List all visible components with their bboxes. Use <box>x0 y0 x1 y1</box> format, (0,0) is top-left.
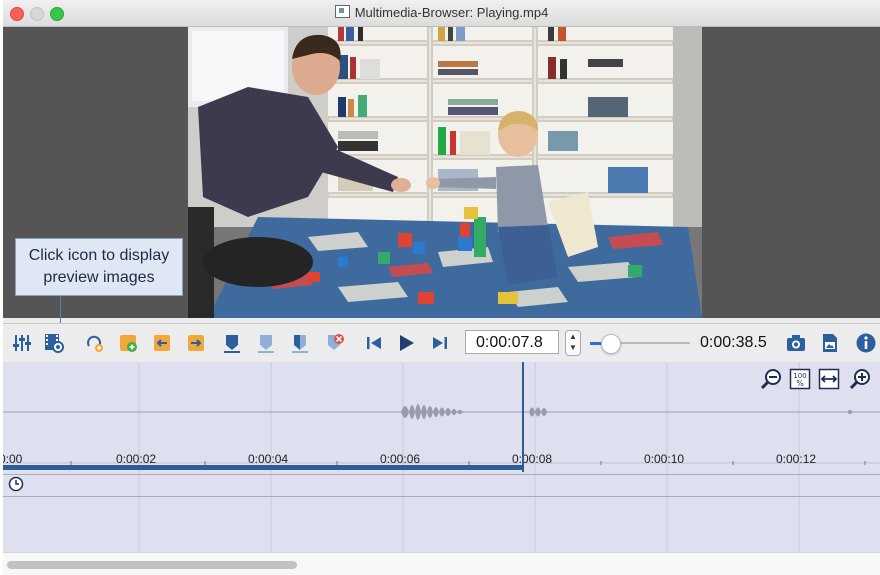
title-bar: Multimedia-Browser: Playing.mp4 <box>3 0 880 27</box>
video-still-image <box>188 27 702 318</box>
import-icon[interactable] <box>151 332 173 354</box>
skip-forward-icon[interactable] <box>429 332 451 354</box>
preview-images-icon[interactable] <box>43 332 65 354</box>
export-icon[interactable] <box>185 332 207 354</box>
tooltip-callout: Click icon to display preview images <box>15 238 183 296</box>
tick-label: 0:00:06 <box>380 452 421 466</box>
tick-label: 0:00:10 <box>644 452 685 466</box>
play-icon[interactable] <box>395 332 417 354</box>
clock-icon[interactable] <box>8 476 24 492</box>
zoom-out-icon[interactable] <box>760 368 782 390</box>
video-file-icon <box>334 5 350 18</box>
callout-line1: Click icon to display <box>28 247 170 264</box>
window-title: Multimedia-Browser: Playing.mp4 <box>354 5 549 20</box>
marker-mixed-icon[interactable] <box>289 332 311 354</box>
track-separator <box>3 474 880 475</box>
snapshot-camera-icon[interactable] <box>785 332 807 354</box>
position-slider[interactable] <box>590 334 690 354</box>
callout-pointer <box>60 296 61 326</box>
position-slider-knob[interactable] <box>601 334 622 354</box>
tick-label: 0:00:04 <box>248 452 289 466</box>
add-media-icon[interactable] <box>117 332 139 354</box>
tick-label: 0:00:02 <box>116 452 157 466</box>
save-image-icon[interactable] <box>819 332 841 354</box>
fit-width-icon[interactable] <box>818 368 840 390</box>
end-time-label: 0:00:38.5 <box>700 334 767 351</box>
tick-label: 0:00:08 <box>512 452 553 466</box>
loop-icon[interactable] <box>83 332 105 354</box>
marker-delete-icon[interactable] <box>323 332 345 354</box>
time-stepper[interactable]: ▲ ▼ <box>565 330 581 356</box>
svg-text:%: % <box>796 379 804 388</box>
tick-label: 0:00 <box>3 452 23 466</box>
tick-label: 0:00:12 <box>776 452 817 466</box>
horizontal-scrollbar[interactable] <box>3 552 880 575</box>
skip-back-icon[interactable] <box>363 332 385 354</box>
video-frame[interactable] <box>188 27 702 318</box>
mixer-icon[interactable] <box>11 332 33 354</box>
track-separator <box>3 496 880 497</box>
callout-line2: preview images <box>43 269 155 286</box>
marker-light-icon[interactable] <box>255 332 277 354</box>
zoom-in-icon[interactable] <box>849 368 871 390</box>
playback-progress-bar <box>3 465 524 470</box>
player-toolbar: 0:00:07.8 ▲ ▼ 0:00:38.5 <box>3 323 880 362</box>
zoom-100-icon[interactable]: 100 % <box>789 368 811 390</box>
current-time-field[interactable]: 0:00:07.8 <box>465 330 559 354</box>
timeline-panel[interactable]: 100 % 0:00 0:00:02 0:00:04 0:00:06 0:00:… <box>3 362 880 552</box>
marker-blue-icon[interactable] <box>221 332 243 354</box>
playhead[interactable] <box>522 362 524 472</box>
multimedia-browser-window: Multimedia-Browser: Playing.mp4 Click ic… <box>3 0 880 575</box>
window-title-area: Multimedia-Browser: Playing.mp4 <box>3 5 880 20</box>
scrollbar-thumb[interactable] <box>7 561 297 569</box>
info-icon[interactable] <box>855 332 877 354</box>
